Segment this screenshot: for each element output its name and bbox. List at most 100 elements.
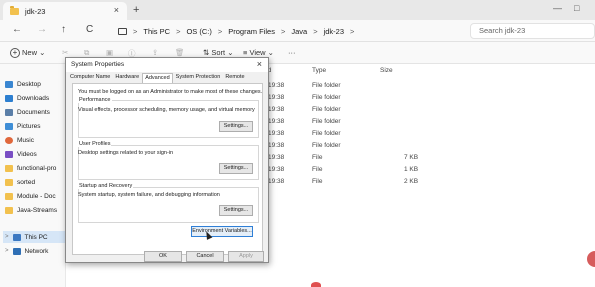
breadcrumb-separator: > [350, 26, 355, 36]
document-icon [5, 108, 13, 116]
sidebar-item-label: Pictures [17, 122, 41, 130]
row-size: 7 KB [404, 154, 419, 161]
expand-chevron-icon[interactable]: > [5, 248, 9, 254]
refresh-icon[interactable]: C [86, 24, 93, 35]
sidebar-item-downloads[interactable]: Downloads [5, 92, 49, 104]
breadcrumb-java[interactable]: Java [291, 27, 307, 36]
environment-variables-button[interactable]: Environment Variables... [191, 226, 253, 237]
row-time: 19:38 [268, 178, 285, 185]
sidebar-item-label: Desktop [17, 80, 41, 88]
dialog-tabs: Computer Name Hardware Advanced System P… [68, 73, 247, 83]
sidebar-item-label: functional-pro [17, 164, 57, 172]
more-options-icon[interactable]: ··· [288, 48, 296, 57]
column-header-size[interactable]: Size [380, 67, 393, 74]
row-time: 19:38 [268, 106, 285, 113]
close-icon[interactable]: × [257, 59, 262, 69]
row-type: File folder [312, 118, 341, 125]
minimize-icon[interactable]: — [553, 3, 562, 13]
advanced-panel: You must be logged on as an Administrato… [72, 83, 263, 255]
breadcrumb-separator: > [217, 26, 223, 36]
sidebar-item-pictures[interactable]: Pictures [5, 120, 40, 132]
folder-icon [10, 5, 19, 15]
row-time: 19:38 [268, 166, 285, 173]
sidebar-item-network[interactable]: > Network [3, 245, 48, 257]
up-icon[interactable]: ↑ [61, 24, 66, 35]
performance-label: Performance [78, 97, 112, 103]
breadcrumb-jdk-23[interactable]: jdk-23 [324, 27, 344, 36]
sidebar-item-documents[interactable]: Documents [5, 106, 50, 118]
address-bar: ← → ↑ C > This PC > OS (C:) > Program Fi… [0, 20, 595, 42]
breadcrumb-program-files[interactable]: Program Files [228, 27, 275, 36]
sidebar-item-functional-pro[interactable]: functional-pro [5, 162, 56, 174]
folder-icon [5, 164, 13, 172]
row-time: 19:38 [268, 130, 285, 137]
computer-icon [12, 233, 21, 241]
plus-icon: + [10, 48, 20, 58]
sidebar-item-module-doc[interactable]: Module - Doc [5, 190, 56, 202]
sort-button[interactable]: ⇅ Sort ⌄ [203, 48, 234, 57]
cancel-button[interactable]: Cancel [186, 251, 224, 262]
tab-computer-name[interactable]: Computer Name [68, 73, 112, 83]
search-input[interactable]: Search jdk-23 [470, 23, 595, 39]
tab-hardware[interactable]: Hardware [113, 73, 141, 83]
breadcrumb-this-pc[interactable]: This PC [143, 27, 170, 36]
tab-title: jdk-23 [25, 6, 46, 16]
notification-dot [311, 282, 321, 287]
sidebar-item-label: Videos [17, 150, 37, 158]
row-type: File folder [312, 106, 341, 113]
tab-close-icon[interactable]: × [114, 5, 119, 15]
breadcrumb-separator: > [176, 26, 181, 36]
performance-group [78, 100, 259, 138]
expand-chevron-icon[interactable]: > [5, 234, 9, 240]
sidebar-item-label: Module - Doc [17, 192, 56, 200]
tab-remote[interactable]: Remote [223, 73, 246, 83]
title-bar: jdk-23 × + — □ [0, 0, 595, 20]
sidebar-item-label: This PC [24, 233, 48, 241]
sidebar: Desktop Downloads Documents Pictures Mus… [0, 64, 67, 287]
apply-button[interactable]: Apply [228, 251, 264, 262]
new-button[interactable]: + New ⌄ [10, 48, 45, 58]
user-profiles-description: Desktop settings related to your sign-in [78, 150, 174, 156]
startup-settings-button[interactable]: Settings... [219, 205, 253, 216]
share-icon[interactable]: ⇪ [152, 48, 158, 57]
admin-note: You must be logged on as an Administrato… [78, 89, 263, 95]
column-header-type[interactable]: Type [312, 67, 326, 74]
maximize-icon[interactable]: □ [574, 3, 579, 13]
delete-icon[interactable]: 🗑 [175, 48, 185, 57]
system-properties-dialog: System Properties × Computer Name Hardwa… [65, 57, 269, 263]
paste-icon[interactable]: ▣ [106, 48, 113, 57]
monitor-icon [118, 27, 127, 35]
sidebar-item-this-pc[interactable]: > This PC [3, 231, 67, 243]
breadcrumb-separator: > [280, 26, 286, 36]
new-tab-icon[interactable]: + [133, 4, 139, 16]
row-time: 19:38 [268, 94, 285, 101]
performance-description: Visual effects, processor scheduling, me… [78, 107, 255, 113]
back-icon[interactable]: ← [12, 24, 22, 35]
tab-jdk-23[interactable]: jdk-23 × [3, 2, 127, 20]
breadcrumb-separator: > [313, 26, 318, 36]
forward-icon[interactable]: → [37, 24, 47, 35]
row-time: 19:38 [268, 142, 285, 149]
folder-icon [5, 206, 13, 214]
breadcrumb: > This PC > OS (C:) > Program Files > Ja… [118, 23, 458, 39]
sidebar-item-java-streams[interactable]: Java-Streams [5, 204, 57, 216]
sidebar-item-sorted[interactable]: sorted [5, 176, 35, 188]
picture-icon [5, 122, 13, 130]
tab-system-protection[interactable]: System Protection [174, 73, 223, 83]
tab-advanced[interactable]: Advanced [142, 73, 173, 83]
sidebar-item-music[interactable]: Music [5, 134, 34, 146]
row-time: 19:38 [268, 82, 285, 89]
user-profiles-settings-button[interactable]: Settings... [219, 163, 253, 174]
sidebar-item-label: Network [24, 247, 49, 255]
ok-button[interactable]: OK [144, 251, 182, 262]
row-type: File folder [312, 82, 341, 89]
sidebar-item-videos[interactable]: Videos [5, 148, 37, 160]
user-profiles-label: User Profiles [78, 141, 112, 147]
cut-icon[interactable]: ✂ [62, 48, 68, 57]
startup-recovery-label: Startup and Recovery [78, 183, 134, 189]
dialog-title-bar[interactable]: System Properties × [66, 58, 268, 72]
performance-settings-button[interactable]: Settings... [219, 121, 253, 132]
breadcrumb-os-c[interactable]: OS (C:) [186, 27, 211, 36]
sidebar-item-desktop[interactable]: Desktop [5, 78, 41, 90]
view-button[interactable]: ≡ View ⌄ [243, 48, 274, 57]
